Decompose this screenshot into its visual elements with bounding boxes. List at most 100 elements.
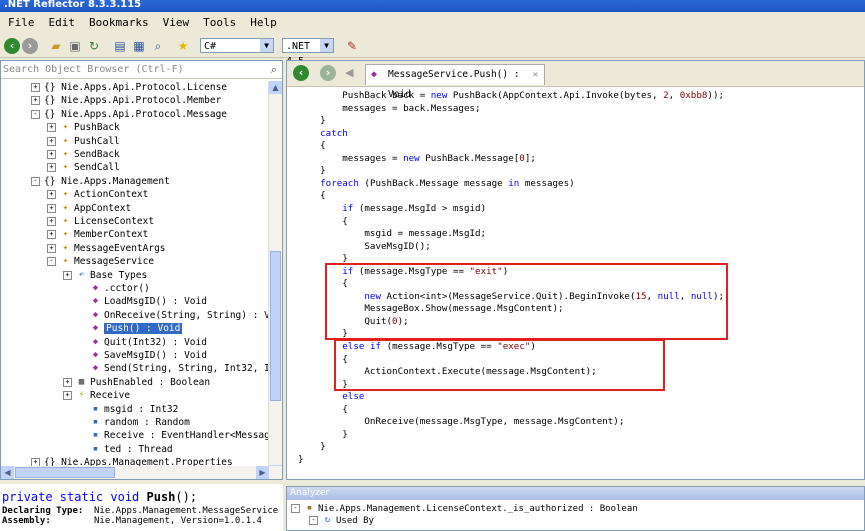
tree-node[interactable]: + ✦ ActionContext	[47, 188, 148, 201]
expand-icon[interactable]: +	[63, 391, 72, 401]
expand-icon[interactable]: +	[47, 243, 56, 253]
expand-icon[interactable]: +	[47, 190, 56, 200]
expand-icon[interactable]: +	[31, 96, 40, 106]
tree-vertical-scrollbar[interactable]: ▲ ▼	[268, 81, 282, 478]
expand-icon[interactable]: +	[31, 83, 40, 92]
scroll-right-icon[interactable]: ▶	[256, 466, 269, 479]
expand-icon[interactable]: +	[47, 163, 56, 173]
tree-node-label: msgid : Int32	[104, 403, 179, 415]
tree-node[interactable]: + ✦ MemberContext	[47, 228, 148, 241]
assembly-tree: + {} Nie.Apps.Api.Protocol.License + {} Nie…	[1, 81, 269, 473]
tree-node[interactable]: + ✦ AppContext	[47, 202, 131, 215]
tree-node[interactable]: ▪ Receive : EventHandler<MessageEvent	[79, 429, 269, 442]
close-tab-icon[interactable]: ✕	[533, 65, 538, 85]
expand-icon[interactable]: +	[47, 203, 56, 213]
member-signature: private static void Push();	[2, 490, 198, 504]
expand-icon[interactable]: +	[63, 270, 72, 280]
scroll-left-icon[interactable]: ◀	[1, 466, 14, 479]
code-line: messages = new PushBack.Message[0];	[298, 152, 536, 164]
analyzer-item[interactable]: - ▪ Nie.Apps.Management.LicenseContext._is…	[287, 500, 864, 514]
options-icon[interactable]: ✎	[344, 38, 360, 54]
menu-tools[interactable]: Tools	[195, 13, 242, 29]
tree-node[interactable]: + ✦ PushBack	[47, 121, 120, 134]
tree-node[interactable]: + ✦ SendBack	[47, 148, 120, 161]
tree-node[interactable]: ▪ random : Random	[79, 416, 190, 429]
back-icon[interactable]: ‹	[4, 38, 20, 54]
collapse-icon[interactable]: -	[31, 109, 40, 119]
tree-node[interactable]: -{} Nie.Apps.Api.Protocol.Message	[31, 108, 227, 121]
tree-node[interactable]: ◆ Send(String, String, Int32, Int32,	[79, 362, 269, 375]
tree-node-label: .cctor()	[104, 283, 150, 294]
search-icon[interactable]: ⌕	[150, 38, 166, 54]
menu-file[interactable]: File	[0, 13, 41, 29]
save-icon[interactable]: ▣	[67, 38, 83, 54]
forward-icon[interactable]: ›	[22, 38, 38, 54]
assembly-list-icon[interactable]: ▤	[112, 38, 128, 54]
field-icon: ▪	[306, 503, 313, 513]
expand-icon[interactable]: +	[47, 217, 56, 226]
tree-node[interactable]: + ✦ PushCall	[47, 135, 120, 148]
menu-bookmarks[interactable]: Bookmarks	[81, 13, 155, 29]
expand-icon[interactable]: +	[63, 377, 72, 387]
disassemble-icon[interactable]: ▦	[131, 38, 147, 54]
tree-node[interactable]: + {} Nie.Apps.Api.Protocol.License	[31, 81, 227, 94]
collapse-icon[interactable]: -	[31, 176, 40, 186]
tree-node[interactable]: - ✦ MessageService	[47, 255, 154, 268]
tree-node[interactable]: ◆ LoadMsgID() : Void	[79, 295, 207, 308]
class-icon: ✦	[62, 242, 69, 253]
analyzer-used-by[interactable]: - ↻ Used By	[287, 514, 864, 526]
chevron-down-icon[interactable]: ▼	[260, 39, 273, 52]
bookmark-star-icon[interactable]: ★	[175, 38, 191, 54]
scroll-thumb[interactable]	[15, 467, 115, 478]
tree-node[interactable]: + ↶ Base Types	[63, 269, 147, 282]
tree-node[interactable]: ◆ Push() : Void	[79, 322, 183, 335]
search-icon[interactable]: ⌕	[271, 63, 277, 77]
scroll-thumb[interactable]	[270, 251, 281, 401]
tree-node-label: Push() : Void	[104, 323, 183, 335]
chevron-down-icon[interactable]: ▼	[320, 39, 333, 52]
code-line: OnReceive(message.MsgType, message.MsgCo…	[298, 416, 625, 428]
tree-node[interactable]: + ✦ LicenseContext	[47, 215, 154, 228]
assembly-row: Assembly: Nie.Management, Version=1.0.1.4	[2, 516, 262, 526]
tab-scroll-left-icon[interactable]: ◀	[345, 66, 353, 79]
menu-edit[interactable]: Edit	[41, 13, 82, 29]
collapse-icon[interactable]: -	[47, 257, 56, 267]
analyzer-title: Analyzer	[287, 487, 864, 500]
base-types-icon: ↶	[78, 269, 85, 280]
menu-view[interactable]: View	[155, 13, 196, 29]
tree-node-label: SendCall	[74, 162, 120, 174]
scroll-up-icon[interactable]: ▲	[269, 81, 282, 94]
code-line: }	[298, 165, 326, 177]
expand-icon[interactable]: +	[47, 123, 56, 133]
forward-icon[interactable]: ›	[320, 65, 336, 81]
tree-horizontal-scrollbar[interactable]: ◀ ▶	[1, 466, 282, 479]
tree-node[interactable]: ▪ msgid : Int32	[79, 403, 179, 416]
tab-messageservice-push[interactable]: ◆ MessageService.Push() : Void ✕	[365, 64, 545, 100]
open-folder-icon[interactable]: ▰	[48, 38, 64, 54]
tree-node[interactable]: + ✦ MessageEventArgs	[47, 242, 166, 255]
tree-node[interactable]: ▪ ted : Thread	[79, 443, 173, 456]
tree-node[interactable]: + ▦ PushEnabled : Boolean	[63, 376, 210, 389]
tree-node-label: MemberContext	[74, 229, 149, 241]
tree-node[interactable]: + ⚡ Receive	[63, 389, 130, 402]
tree-node[interactable]: -{} Nie.Apps.Management	[31, 175, 170, 188]
tree-node[interactable]: ◆ SaveMsgID() : Void	[79, 349, 207, 362]
back-icon[interactable]: ‹	[293, 65, 309, 81]
expand-icon[interactable]: +	[47, 150, 56, 159]
tree-node[interactable]: + ✦ SendCall	[47, 161, 120, 174]
class-icon: ✦	[62, 216, 69, 226]
tree-node[interactable]: + {} Nie.Apps.Api.Protocol.Member	[31, 94, 221, 107]
expand-icon[interactable]: +	[47, 136, 56, 146]
tree-node[interactable]: ◆ OnReceive(String, String) : Void	[79, 309, 269, 322]
expand-icon[interactable]: +	[47, 230, 56, 240]
menu-help[interactable]: Help	[242, 13, 283, 29]
language-select[interactable]: C# ▼	[200, 38, 274, 53]
refresh-icon[interactable]: ↻	[86, 38, 102, 54]
collapse-icon: -	[309, 516, 318, 525]
tree-node[interactable]: ◆ .cctor()	[79, 282, 150, 295]
tree-node[interactable]: ◆ Quit(Int32) : Void	[79, 336, 207, 349]
code-line: {	[298, 140, 326, 152]
framework-select[interactable]: .NET 4.5▼	[282, 38, 334, 67]
search-input[interactable]: Search Object Browser (Ctrl-F)	[1, 61, 282, 79]
tree-node-label: {} Nie.Apps.Api.Protocol.License	[44, 82, 228, 93]
